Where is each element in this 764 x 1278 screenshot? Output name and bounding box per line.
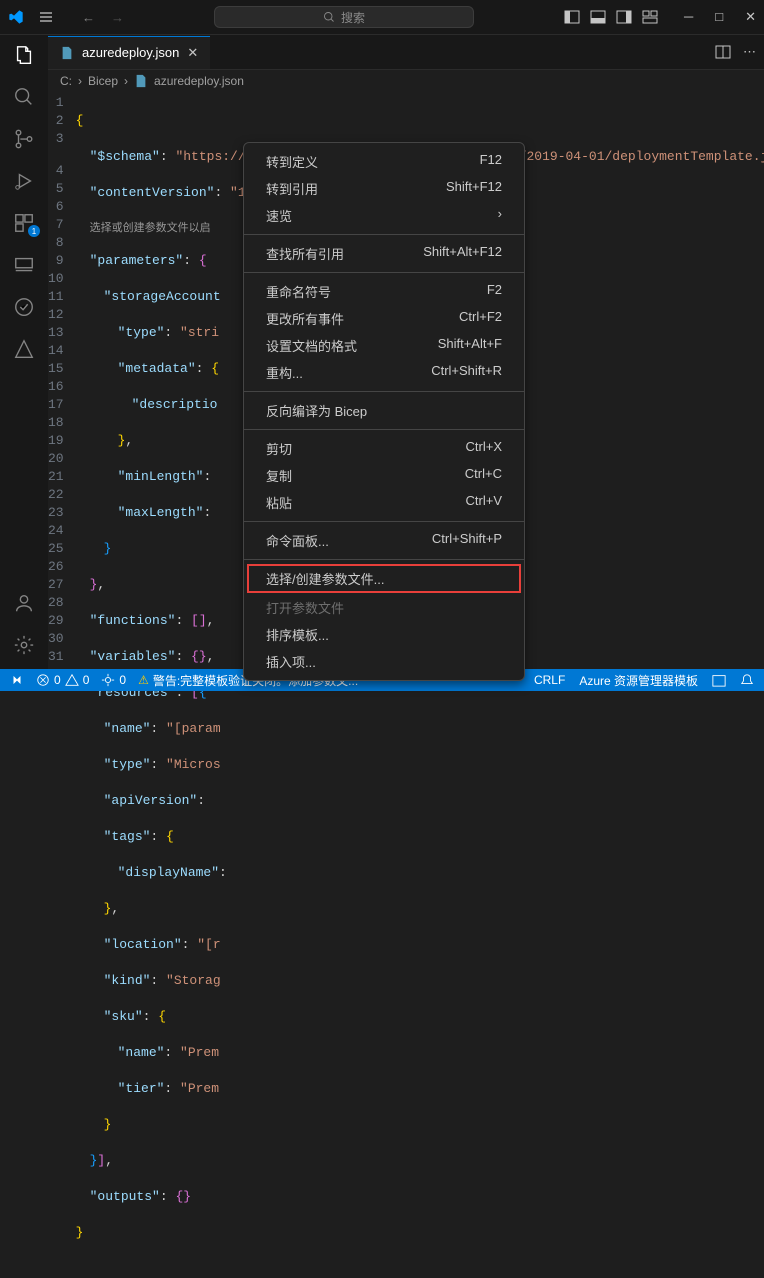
cm-refactor[interactable]: 重构...Ctrl+Shift+R: [244, 359, 524, 386]
layout-custom-icon[interactable]: [642, 9, 658, 25]
azure-icon[interactable]: [12, 337, 36, 361]
split-editor-icon[interactable]: [715, 44, 731, 60]
menu-icon[interactable]: [38, 9, 54, 25]
vscode-logo: [8, 9, 24, 25]
tab-label: azuredeploy.json: [82, 45, 179, 60]
nav-forward-icon[interactable]: →: [111, 10, 124, 25]
window-close-icon[interactable]: ✕: [745, 9, 756, 25]
breadcrumb[interactable]: C: › Bicep › azuredeploy.json: [0, 70, 764, 92]
layout-left-icon[interactable]: [564, 9, 580, 25]
search-placeholder: 搜索: [341, 9, 365, 26]
activity-bar: 1: [0, 35, 48, 669]
file-icon: [60, 46, 74, 60]
cm-sort-template[interactable]: 排序模板...: [244, 621, 524, 648]
tab-close-icon[interactable]: ✕: [187, 45, 198, 61]
separator: [244, 521, 524, 522]
cm-goto-definition[interactable]: 转到定义F12: [244, 148, 524, 175]
titlebar: ← → 搜索 ─ □ ✕: [0, 0, 764, 35]
cm-select-create-parameter-file[interactable]: 选择/创建参数文件...: [248, 565, 520, 592]
context-menu: 转到定义F12 转到引用Shift+F12 速览› 查找所有引用Shift+Al…: [243, 142, 525, 681]
feedback-icon[interactable]: [712, 673, 726, 687]
search-box[interactable]: 搜索: [214, 6, 474, 28]
search-icon[interactable]: [12, 85, 36, 109]
more-actions-icon[interactable]: ⋯: [743, 44, 756, 60]
accounts-icon[interactable]: [12, 591, 36, 615]
cm-insert-item[interactable]: 插入项...: [244, 648, 524, 675]
ports-indicator[interactable]: 0: [101, 673, 126, 687]
breadcrumb-part[interactable]: Bicep: [88, 74, 118, 88]
separator: [244, 559, 524, 560]
cm-peek[interactable]: 速览›: [244, 202, 524, 229]
badge: 1: [28, 225, 40, 237]
settings-icon[interactable]: [12, 633, 36, 657]
breadcrumb-part[interactable]: C:: [60, 74, 72, 88]
chevron-right-icon: ›: [78, 74, 82, 88]
separator: [244, 391, 524, 392]
cm-copy[interactable]: 复制Ctrl+C: [244, 462, 524, 489]
window-maximize-icon[interactable]: □: [715, 9, 723, 25]
cm-decompile-bicep[interactable]: 反向编译为 Bicep: [244, 397, 524, 424]
cm-command-palette[interactable]: 命令面板...Ctrl+Shift+P: [244, 527, 524, 554]
run-debug-icon[interactable]: [12, 169, 36, 193]
explorer-icon[interactable]: [12, 43, 36, 67]
tab-azuredeploy[interactable]: azuredeploy.json ✕: [48, 36, 210, 69]
tab-row: azuredeploy.json ✕ ⋯: [0, 35, 764, 70]
cm-format-document[interactable]: 设置文档的格式Shift+Alt+F: [244, 332, 524, 359]
separator: [244, 272, 524, 273]
layout-bottom-icon[interactable]: [590, 9, 606, 25]
breadcrumb-part[interactable]: azuredeploy.json: [154, 74, 244, 88]
nav-back-icon[interactable]: ←: [82, 10, 95, 25]
cm-paste[interactable]: 粘贴Ctrl+V: [244, 489, 524, 516]
chevron-right-icon: ›: [124, 74, 128, 88]
notifications-icon[interactable]: [740, 673, 754, 687]
layout-right-icon[interactable]: [616, 9, 632, 25]
cm-find-all-references[interactable]: 查找所有引用Shift+Alt+F12: [244, 240, 524, 267]
remote-icon[interactable]: [12, 253, 36, 277]
cm-goto-references[interactable]: 转到引用Shift+F12: [244, 175, 524, 202]
language-mode[interactable]: Azure 资源管理器模板: [579, 672, 698, 689]
extensions-icon[interactable]: 1: [12, 211, 36, 235]
separator: [244, 234, 524, 235]
file-icon: [134, 74, 148, 88]
cm-open-parameter-file: 打开参数文件: [244, 594, 524, 621]
remote-indicator[interactable]: [10, 673, 24, 687]
source-control-icon[interactable]: [12, 127, 36, 151]
problems-indicator[interactable]: 0 0: [36, 673, 89, 687]
window-minimize-icon[interactable]: ─: [684, 9, 693, 25]
cm-cut[interactable]: 剪切Ctrl+X: [244, 435, 524, 462]
chevron-right-icon: ›: [498, 206, 502, 225]
eol-indicator[interactable]: CRLF: [534, 673, 565, 687]
cm-rename-symbol[interactable]: 重命名符号F2: [244, 278, 524, 305]
separator: [244, 429, 524, 430]
cm-change-all-occurrences[interactable]: 更改所有事件Ctrl+F2: [244, 305, 524, 332]
testing-icon[interactable]: [12, 295, 36, 319]
